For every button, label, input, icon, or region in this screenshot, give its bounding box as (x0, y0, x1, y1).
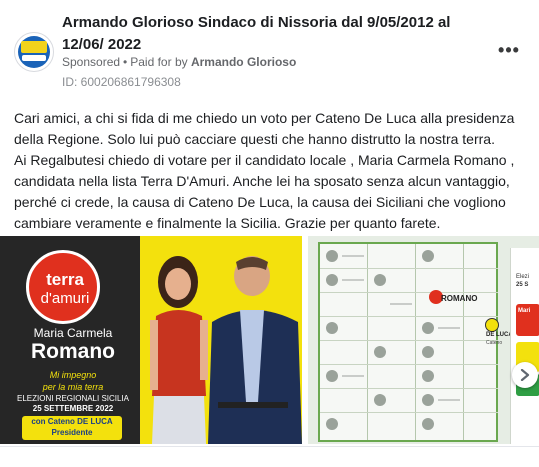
ballot-sheet (318, 242, 498, 442)
slogan: Mi impegno (49, 370, 97, 380)
sponsored-meta: Sponsored • Paid for by Armando Glorioso (62, 54, 296, 70)
slogan: per la mia terra (42, 382, 104, 392)
party-symbol (422, 394, 434, 406)
ballot-column (368, 244, 416, 440)
party-symbol (326, 274, 338, 286)
candidate-last-name: Romano (31, 340, 115, 363)
party-symbol (422, 346, 434, 358)
ballot-row (320, 292, 498, 293)
election-date: 25 SETTEMBRE 2022 (32, 404, 114, 413)
party-symbol (374, 394, 386, 406)
woman-figure (150, 256, 208, 444)
party-symbol (422, 418, 434, 430)
party-symbol (326, 322, 338, 334)
sponsored-label: Sponsored (62, 55, 121, 69)
ballot-row (320, 268, 498, 269)
party-symbol (326, 250, 338, 262)
ballot-candidate-name: ROMANO (441, 294, 478, 303)
ballot-line (342, 279, 364, 281)
side-text: 25 S (516, 282, 529, 288)
candidate-first-name: Maria Carmela (33, 326, 113, 340)
party-symbol (326, 418, 338, 430)
party-symbol (422, 370, 434, 382)
ballot-column (320, 244, 368, 440)
ballot-row (320, 364, 498, 365)
deluca-name: DE LUCA (486, 332, 513, 338)
badge-text: Presidente (51, 428, 93, 437)
party-symbol (422, 250, 434, 262)
ballot-line (342, 375, 364, 377)
party-symbol (326, 370, 338, 382)
ballot-line (438, 327, 460, 329)
chevron-right-icon (520, 369, 530, 381)
ballot-line (390, 303, 412, 305)
deluca-first-name: Cateno (486, 340, 503, 346)
party-symbol (422, 322, 434, 334)
more-horizontal-icon[interactable]: ••• (497, 40, 521, 60)
logo-text: terra (46, 270, 84, 289)
paid-for-prefix: Paid for by (130, 55, 188, 69)
avatar-logo-band-white (22, 55, 46, 61)
page-avatar[interactable] (14, 32, 54, 72)
avatar-logo-band (21, 41, 47, 53)
meta-separator: • (123, 55, 128, 69)
post-paragraph: Cari amici, a chi si fida di me chiedo u… (14, 110, 515, 147)
post-body: Cari amici, a chi si fida di me chiedo u… (14, 108, 528, 234)
ad-card: Armando Glorioso Sindaco di Nissoria dal… (0, 0, 539, 467)
party-symbol (374, 346, 386, 358)
post-paragraph: Ai Regalbutesi chiedo di votare per il c… (14, 152, 515, 231)
card-footer (0, 446, 539, 467)
logo-text: d'amuri (40, 290, 90, 307)
payer-name[interactable]: Armando Glorioso (191, 55, 296, 69)
ballot-row (320, 340, 498, 341)
ballot-line (342, 255, 364, 257)
party-symbol (374, 274, 386, 286)
carousel-next-button[interactable] (512, 362, 538, 388)
side-text: Elezi (516, 274, 530, 280)
badge-text: con Cateno DE LUCA (31, 417, 113, 426)
ballot-line (438, 399, 460, 401)
man-figure (208, 256, 302, 444)
ballot-row (320, 316, 498, 317)
ballot-column (416, 244, 464, 440)
ad-image-candidate[interactable]: terra d'amuri Maria Carmela Romano Mi im… (0, 236, 302, 444)
side-red-text: Mari (518, 308, 531, 314)
ad-id: ID: 600206861796308 (62, 75, 181, 89)
page-name[interactable]: Armando Glorioso Sindaco di Nissoria dal… (62, 12, 462, 56)
deluca-symbol (485, 318, 499, 332)
ballot-row (320, 412, 498, 413)
ballot-row (320, 388, 498, 389)
ad-image-ballot[interactable]: ROMANO DE LUCA Cateno Elezi 25 S Mari S (308, 236, 539, 444)
election-title: ELEZIONI REGIONALI SICILIA (16, 394, 130, 403)
